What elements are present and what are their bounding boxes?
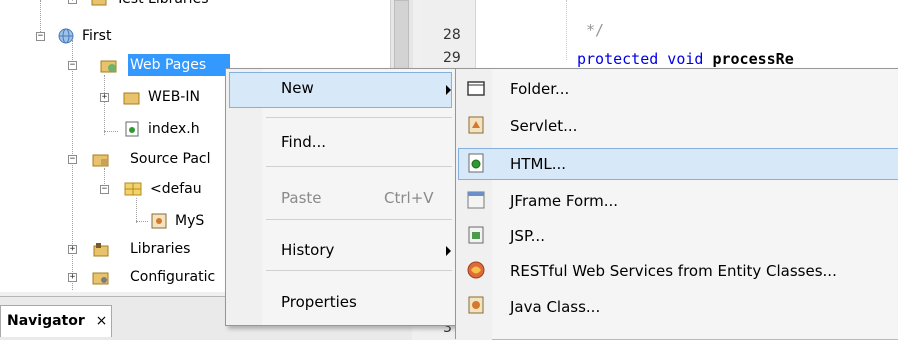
tree-node-label: Source Pacl (130, 151, 211, 167)
menu-separator (266, 270, 452, 271)
java-class-icon (468, 296, 484, 314)
tab-navigator[interactable]: Navigator × (0, 305, 112, 337)
submenu-arrow-icon (446, 85, 451, 95)
web-pages-folder-icon (100, 60, 117, 73)
menu-separator (266, 117, 452, 118)
tree-node-project-first[interactable]: − First (0, 25, 390, 47)
tree-node-label: index.h (148, 121, 200, 137)
html-file-icon (125, 121, 139, 137)
source-packages-icon (92, 154, 109, 167)
code-comment: */ (586, 21, 605, 39)
menu-item-new[interactable]: New (281, 79, 314, 97)
expand-icon[interactable]: + (68, 0, 77, 4)
collapse-icon[interactable]: − (68, 155, 77, 164)
collapse-icon[interactable]: − (68, 61, 77, 70)
tree-node-label: MyS (175, 213, 205, 229)
tree-node-label: Libraries (130, 241, 191, 257)
tree-node-test-libraries[interactable]: + Test Libraries (0, 0, 390, 10)
context-menu: New Find... Paste Ctrl+V History Propert… (225, 68, 456, 326)
jframe-icon (467, 191, 485, 209)
tree-node-label: <defau (150, 181, 202, 197)
libraries-icon (93, 243, 109, 257)
html-file-icon (468, 153, 484, 173)
line-number: 28 (443, 27, 461, 43)
expand-icon[interactable]: + (68, 245, 77, 254)
submenu-item-folder[interactable]: Folder... (510, 80, 569, 98)
menu-separator (266, 219, 452, 220)
java-class-icon (151, 213, 167, 229)
globe-project-icon (58, 28, 74, 44)
code-keywords: protected void (577, 50, 704, 68)
submenu-item-restful[interactable]: RESTful Web Services from Entity Classes… (510, 262, 837, 280)
package-icon (124, 182, 142, 196)
selected-tree-label[interactable]: Web Pages (128, 54, 230, 76)
submenu-item-servlet[interactable]: Servlet... (510, 117, 577, 135)
submenu-item-html[interactable]: HTML... (510, 155, 566, 173)
paste-shortcut: Ctrl+V (384, 189, 434, 207)
tab-label: Navigator (7, 313, 85, 329)
submenu-arrow-icon (446, 246, 451, 256)
menu-item-find[interactable]: Find... (281, 133, 326, 151)
folder-icon (123, 92, 140, 105)
tree-node-label: Configuratic (130, 269, 216, 285)
libraries-icon (91, 0, 107, 6)
indent-guide (566, 0, 567, 60)
code-method-name: processRe (712, 50, 794, 68)
folder-icon (467, 81, 485, 96)
configuration-folder-icon (92, 272, 109, 285)
menu-item-highlight (229, 72, 452, 108)
restful-icon (467, 261, 485, 279)
tree-node-label: First (82, 28, 112, 44)
expand-icon[interactable]: + (100, 93, 109, 102)
submenu-item-java-class[interactable]: Java Class... (510, 298, 600, 316)
collapse-icon[interactable]: − (36, 32, 45, 41)
collapse-icon[interactable]: − (100, 185, 109, 194)
submenu-item-jsp[interactable]: JSP... (510, 227, 545, 245)
line-number: 29 (443, 50, 461, 66)
menu-item-history[interactable]: History (281, 241, 334, 259)
tree-node-label: WEB-IN (148, 89, 200, 105)
expand-icon[interactable]: + (68, 273, 77, 282)
menu-separator (266, 166, 452, 167)
servlet-icon (468, 116, 484, 134)
code-line: protected void processRe (577, 50, 794, 68)
menu-item-properties[interactable]: Properties (281, 293, 357, 311)
new-submenu: Folder... Servlet... HTML... JFrame Form… (455, 68, 898, 340)
close-icon[interactable]: × (96, 313, 108, 329)
submenu-item-jframe-form[interactable]: JFrame Form... (510, 192, 618, 210)
jsp-icon (468, 226, 484, 244)
tree-node-label: Test Libraries (116, 0, 208, 10)
menu-item-paste[interactable]: Paste (281, 189, 322, 207)
